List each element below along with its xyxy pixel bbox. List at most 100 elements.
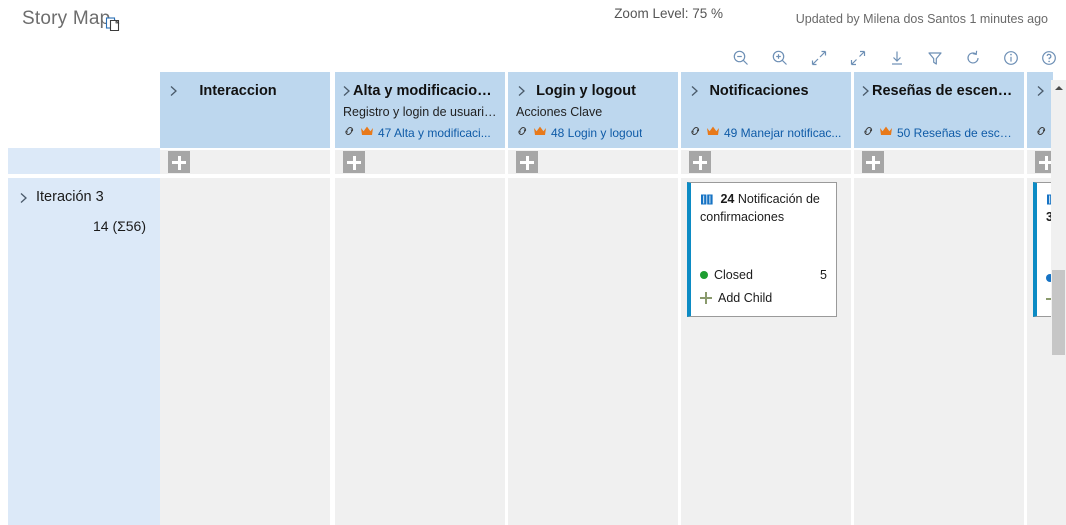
column-subtitle: Acciones Clave [516,105,603,119]
iteration-count: 14 (Σ56) [92,218,146,234]
column-subtitle: Registro y login de usuario... [343,105,502,119]
help-icon[interactable] [1036,45,1062,71]
column-link-row[interactable]: 47 Alta y modificaci... [343,124,499,142]
add-card-button[interactable] [343,151,365,173]
column-header[interactable]: Alta y modificacion ... Registro y login… [335,72,505,148]
column-notificaciones: Notificaciones 49 Manejar notificac... 2… [681,72,851,525]
add-card-button[interactable] [168,151,190,173]
scroll-up-arrow-icon[interactable] [1051,80,1066,96]
column-body[interactable] [335,178,505,525]
column-body[interactable] [854,178,1024,525]
column-title-row: Notificaciones [681,72,851,99]
sidebar-spacer-cell [8,148,160,174]
story-map-board: Iteración 3 14 (Σ56) Interaccion Alta y … [0,72,1066,525]
link-chain-icon [689,124,702,142]
column-link-row[interactable] [1035,124,1047,142]
column-link-row[interactable]: 48 Login y logout [516,124,672,142]
chevron-right-icon[interactable] [860,84,872,98]
column-title: Reseñas de escenari... [872,83,1018,99]
column-title-row: Alta y modificacion ... [335,72,505,99]
scrollbar-thumb[interactable] [1052,270,1065,355]
title-bar: Story Map Updated by Milena dos Santos 1… [0,0,1066,40]
chevron-right-icon[interactable] [1035,84,1047,103]
column-add-row [854,150,1024,174]
column-interaccion: Interaccion [160,72,330,525]
link-chain-icon [862,124,875,142]
link-chain-icon [1035,124,1047,142]
column-header[interactable]: Login y logout Acciones Clave 48 Login y… [508,72,678,148]
crown-icon [706,124,720,142]
column-title: Notificaciones [709,83,809,99]
vertical-scrollbar[interactable] [1051,80,1066,525]
zoom-level-label: Zoom Level: 75 % [614,6,723,21]
add-card-button[interactable] [862,151,884,173]
column-add-row [1027,150,1057,174]
book-icon [700,194,717,209]
zoom-in-icon[interactable] [767,45,793,71]
column-add-row [160,150,330,174]
plus-icon [700,292,712,304]
column-link-row[interactable]: 49 Manejar notificac... [689,124,845,142]
crown-icon [879,124,893,142]
info-icon[interactable] [998,45,1024,71]
column-body[interactable] [160,178,330,525]
column-header[interactable] [1027,72,1053,148]
chevron-right-icon[interactable] [516,84,528,103]
columns-area: Interaccion Alta y modificacion ... Regi… [160,72,1066,525]
chevron-right-icon[interactable] [168,84,180,103]
iteration-header: Iteración 3 [8,178,160,205]
column-alta-y-modificacion: Alta y modificacion ... Registro y login… [335,72,505,525]
crown-icon [360,124,374,142]
copy-pages-icon[interactable] [104,14,124,34]
chevron-right-icon[interactable] [341,84,353,98]
download-icon[interactable] [884,45,910,71]
add-card-button[interactable] [689,151,711,173]
iteration-name: Iteración 3 [36,189,104,205]
column-header[interactable]: Reseñas de escenari... 50 Reseñas de esc… [854,72,1024,148]
column-title: Login y logout [536,83,636,99]
status-dot-icon [700,271,708,279]
column-link-text[interactable]: 47 Alta y modificaci... [378,126,491,140]
column-body[interactable] [508,178,678,525]
column-title-row: Interaccion [160,72,330,99]
column-body[interactable]: 3 [1027,178,1066,525]
story-map-app: Story Map Updated by Milena dos Santos 1… [0,0,1066,525]
refresh-icon[interactable] [960,45,986,71]
add-child-button[interactable]: Add Child [700,291,772,305]
column-link-row[interactable]: 50 Reseñas de escen... [862,124,1018,142]
column-header[interactable]: Notificaciones 49 Manejar notificac... [681,72,851,148]
iteration-row[interactable]: Iteración 3 14 (Σ56) [8,178,160,525]
column-header[interactable]: Interaccion [160,72,330,148]
page-title: Story Map [22,8,111,29]
column-add-row [335,150,505,174]
expand-all-icon[interactable] [845,45,871,71]
crown-icon [533,124,547,142]
column-login-y-logout: Login y logout Acciones Clave 48 Login y… [508,72,678,525]
card-title-row: 24 Notificación de confirmaciones [691,183,836,225]
add-card-button[interactable] [516,151,538,173]
column-title: Interaccion [199,83,277,99]
column-link-text[interactable]: 49 Manejar notificac... [724,126,841,140]
link-chain-icon [343,124,356,142]
story-card[interactable]: 24 Notificación de confirmaciones Closed… [687,182,837,317]
card-status-row: Closed 5 [700,268,827,282]
collapse-all-icon[interactable] [806,45,832,71]
link-chain-icon [516,124,529,142]
add-child-label: Add Child [718,291,773,305]
zoom-out-icon[interactable] [728,45,754,71]
column-link-text[interactable]: 50 Reseñas de escen... [897,126,1018,140]
iteration-sidebar: Iteración 3 14 (Σ56) [0,72,160,525]
updated-status: Updated by Milena dos Santos 1 minutes a… [795,12,1048,26]
chevron-right-icon[interactable] [18,191,30,205]
column-body[interactable]: 24 Notificación de confirmaciones Closed… [681,178,851,525]
card-id: 24 [720,192,735,206]
column-add-row [508,150,678,174]
column-link-text[interactable]: 48 Login y logout [551,126,642,140]
chevron-right-icon[interactable] [689,84,701,103]
card-title: Notificación de confirmaciones [700,192,820,224]
filter-icon[interactable] [922,45,948,71]
column-title: Alta y modificacion ... [353,83,499,99]
column-add-row [681,150,851,174]
column-title-row: Login y logout [508,72,678,99]
status-count: 5 [820,268,827,282]
